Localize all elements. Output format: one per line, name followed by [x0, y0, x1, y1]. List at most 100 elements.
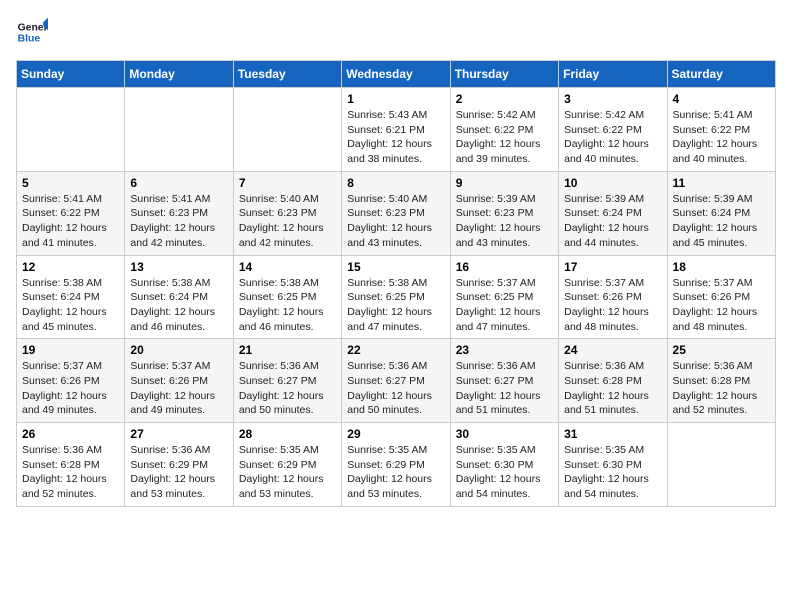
calendar-day-cell: 1 Sunrise: 5:43 AM Sunset: 6:21 PM Daylig…: [342, 88, 450, 172]
logo: General Blue: [16, 16, 48, 48]
calendar-day-cell: 20 Sunrise: 5:37 AM Sunset: 6:26 PM Dayli…: [125, 339, 233, 423]
day-number: 27: [130, 427, 227, 441]
day-number: 23: [456, 343, 553, 357]
calendar-day-cell: 18 Sunrise: 5:37 AM Sunset: 6:26 PM Dayli…: [667, 255, 775, 339]
page-header: General Blue: [16, 16, 776, 48]
day-number: 25: [673, 343, 770, 357]
day-info: Sunrise: 5:40 AM Sunset: 6:23 PM Dayligh…: [239, 192, 336, 251]
day-number: 21: [239, 343, 336, 357]
day-number: 30: [456, 427, 553, 441]
calendar-day-cell: 15 Sunrise: 5:38 AM Sunset: 6:25 PM Dayli…: [342, 255, 450, 339]
day-info: Sunrise: 5:41 AM Sunset: 6:22 PM Dayligh…: [22, 192, 119, 251]
day-number: 7: [239, 176, 336, 190]
day-number: 5: [22, 176, 119, 190]
day-number: 13: [130, 260, 227, 274]
calendar-day-cell: 7 Sunrise: 5:40 AM Sunset: 6:23 PM Daylig…: [233, 171, 341, 255]
calendar-day-cell: 12Sunrise: 5:38 AM Sunset: 6:24 PM Dayli…: [17, 255, 125, 339]
calendar-day-cell: 22 Sunrise: 5:36 AM Sunset: 6:27 PM Dayli…: [342, 339, 450, 423]
calendar-day-cell: 28Sunrise: 5:35 AM Sunset: 6:29 PM Dayli…: [233, 423, 341, 507]
calendar-day-cell: 25Sunrise: 5:36 AM Sunset: 6:28 PM Dayli…: [667, 339, 775, 423]
calendar-day-cell: 24 Sunrise: 5:36 AM Sunset: 6:28 PM Dayli…: [559, 339, 667, 423]
day-number: 20: [130, 343, 227, 357]
calendar-day-cell: 5 Sunrise: 5:41 AM Sunset: 6:22 PM Daylig…: [17, 171, 125, 255]
day-info: Sunrise: 5:38 AM Sunset: 6:24 PM Dayligh…: [130, 276, 227, 335]
calendar-day-cell: 13 Sunrise: 5:38 AM Sunset: 6:24 PM Dayli…: [125, 255, 233, 339]
day-info: Sunrise: 5:37 AM Sunset: 6:26 PM Dayligh…: [673, 276, 770, 335]
calendar-day-cell: 31 Sunrise: 5:35 AM Sunset: 6:30 PM Dayli…: [559, 423, 667, 507]
calendar-day-cell: 14 Sunrise: 5:38 AM Sunset: 6:25 PM Dayli…: [233, 255, 341, 339]
calendar-day-cell: 11 Sunrise: 5:39 AM Sunset: 6:24 PM Dayli…: [667, 171, 775, 255]
calendar-day-cell: 23 Sunrise: 5:36 AM Sunset: 6:27 PM Dayli…: [450, 339, 558, 423]
day-info: Sunrise: 5:38 AM Sunset: 6:25 PM Dayligh…: [239, 276, 336, 335]
day-number: 14: [239, 260, 336, 274]
day-number: 29: [347, 427, 444, 441]
day-number: 16: [456, 260, 553, 274]
calendar-day-cell: 6Sunrise: 5:41 AM Sunset: 6:23 PM Daylig…: [125, 171, 233, 255]
day-info: Sunrise: 5:37 AM Sunset: 6:26 PM Dayligh…: [130, 359, 227, 418]
day-number: 22: [347, 343, 444, 357]
day-info: Sunrise: 5:37 AM Sunset: 6:25 PM Dayligh…: [456, 276, 553, 335]
empty-day-cell: [233, 88, 341, 172]
day-number: 28: [239, 427, 336, 441]
day-number: 11: [673, 176, 770, 190]
empty-day-cell: [125, 88, 233, 172]
day-number: 10: [564, 176, 661, 190]
calendar-day-cell: 9Sunrise: 5:39 AM Sunset: 6:23 PM Daylig…: [450, 171, 558, 255]
day-number: 3: [564, 92, 661, 106]
day-info: Sunrise: 5:36 AM Sunset: 6:27 PM Dayligh…: [347, 359, 444, 418]
day-number: 26: [22, 427, 119, 441]
day-number: 31: [564, 427, 661, 441]
day-number: 24: [564, 343, 661, 357]
calendar-week-row: 19 Sunrise: 5:37 AM Sunset: 6:26 PM Dayli…: [17, 339, 776, 423]
calendar-week-row: 12Sunrise: 5:38 AM Sunset: 6:24 PM Dayli…: [17, 255, 776, 339]
weekday-header: Sunday: [17, 61, 125, 88]
day-number: 1: [347, 92, 444, 106]
calendar-day-cell: 3 Sunrise: 5:42 AM Sunset: 6:22 PM Daylig…: [559, 88, 667, 172]
day-info: Sunrise: 5:39 AM Sunset: 6:24 PM Dayligh…: [673, 192, 770, 251]
day-number: 9: [456, 176, 553, 190]
calendar-day-cell: 27 Sunrise: 5:36 AM Sunset: 6:29 PM Dayli…: [125, 423, 233, 507]
calendar-day-cell: 8 Sunrise: 5:40 AM Sunset: 6:23 PM Daylig…: [342, 171, 450, 255]
calendar-day-cell: 10Sunrise: 5:39 AM Sunset: 6:24 PM Dayli…: [559, 171, 667, 255]
day-number: 15: [347, 260, 444, 274]
day-number: 18: [673, 260, 770, 274]
calendar-week-row: 26 Sunrise: 5:36 AM Sunset: 6:28 PM Dayli…: [17, 423, 776, 507]
day-info: Sunrise: 5:42 AM Sunset: 6:22 PM Dayligh…: [564, 108, 661, 167]
day-info: Sunrise: 5:36 AM Sunset: 6:27 PM Dayligh…: [239, 359, 336, 418]
day-info: Sunrise: 5:35 AM Sunset: 6:29 PM Dayligh…: [347, 443, 444, 502]
day-number: 8: [347, 176, 444, 190]
calendar-day-cell: 26 Sunrise: 5:36 AM Sunset: 6:28 PM Dayli…: [17, 423, 125, 507]
day-info: Sunrise: 5:38 AM Sunset: 6:25 PM Dayligh…: [347, 276, 444, 335]
day-info: Sunrise: 5:40 AM Sunset: 6:23 PM Dayligh…: [347, 192, 444, 251]
empty-day-cell: [17, 88, 125, 172]
calendar-day-cell: 2Sunrise: 5:42 AM Sunset: 6:22 PM Daylig…: [450, 88, 558, 172]
weekday-header: Wednesday: [342, 61, 450, 88]
calendar-day-cell: 4Sunrise: 5:41 AM Sunset: 6:22 PM Daylig…: [667, 88, 775, 172]
day-info: Sunrise: 5:41 AM Sunset: 6:23 PM Dayligh…: [130, 192, 227, 251]
calendar-week-row: 1 Sunrise: 5:43 AM Sunset: 6:21 PM Daylig…: [17, 88, 776, 172]
day-number: 17: [564, 260, 661, 274]
day-info: Sunrise: 5:36 AM Sunset: 6:28 PM Dayligh…: [564, 359, 661, 418]
day-info: Sunrise: 5:35 AM Sunset: 6:30 PM Dayligh…: [564, 443, 661, 502]
day-number: 4: [673, 92, 770, 106]
calendar-day-cell: 16 Sunrise: 5:37 AM Sunset: 6:25 PM Dayli…: [450, 255, 558, 339]
day-info: Sunrise: 5:36 AM Sunset: 6:28 PM Dayligh…: [22, 443, 119, 502]
calendar-day-cell: 21 Sunrise: 5:36 AM Sunset: 6:27 PM Dayli…: [233, 339, 341, 423]
day-info: Sunrise: 5:35 AM Sunset: 6:30 PM Dayligh…: [456, 443, 553, 502]
calendar-day-cell: 17Sunrise: 5:37 AM Sunset: 6:26 PM Dayli…: [559, 255, 667, 339]
calendar-table: SundayMondayTuesdayWednesdayThursdayFrid…: [16, 60, 776, 507]
calendar-day-cell: 30 Sunrise: 5:35 AM Sunset: 6:30 PM Dayli…: [450, 423, 558, 507]
weekday-header: Monday: [125, 61, 233, 88]
day-number: 19: [22, 343, 119, 357]
day-info: Sunrise: 5:36 AM Sunset: 6:27 PM Dayligh…: [456, 359, 553, 418]
day-info: Sunrise: 5:37 AM Sunset: 6:26 PM Dayligh…: [22, 359, 119, 418]
calendar-header-row: SundayMondayTuesdayWednesdayThursdayFrid…: [17, 61, 776, 88]
calendar-week-row: 5 Sunrise: 5:41 AM Sunset: 6:22 PM Daylig…: [17, 171, 776, 255]
calendar-day-cell: 29 Sunrise: 5:35 AM Sunset: 6:29 PM Dayli…: [342, 423, 450, 507]
day-info: Sunrise: 5:36 AM Sunset: 6:29 PM Dayligh…: [130, 443, 227, 502]
logo-icon: General Blue: [16, 16, 48, 48]
day-info: Sunrise: 5:43 AM Sunset: 6:21 PM Dayligh…: [347, 108, 444, 167]
calendar-day-cell: 19 Sunrise: 5:37 AM Sunset: 6:26 PM Dayli…: [17, 339, 125, 423]
weekday-header: Friday: [559, 61, 667, 88]
weekday-header: Thursday: [450, 61, 558, 88]
